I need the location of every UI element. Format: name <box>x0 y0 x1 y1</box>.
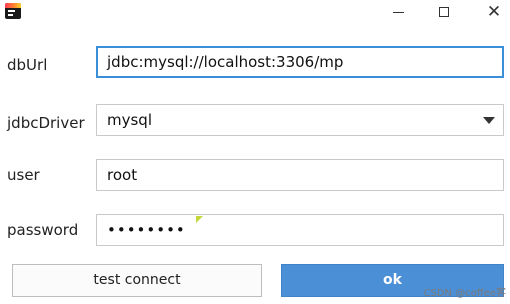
maximize-icon <box>439 7 449 17</box>
watermark: CSDN @coffee客 <box>423 288 507 299</box>
close-button[interactable]: ✕ <box>483 2 505 22</box>
jetbrains-app-icon <box>5 3 21 19</box>
user-label: user <box>7 166 40 184</box>
title-bar: ✕ <box>0 0 510 26</box>
dburl-input[interactable]: jdbc:mysql://localhost:3306/mp <box>96 46 504 78</box>
maximize-button[interactable] <box>433 2 455 22</box>
user-value: root <box>107 166 138 184</box>
jdbc-driver-value: mysql <box>107 111 152 129</box>
password-label: password <box>7 221 79 239</box>
jdbc-driver-select[interactable]: mysql <box>96 104 504 136</box>
chevron-down-icon <box>483 117 495 124</box>
dburl-value: jdbc:mysql://localhost:3306/mp <box>107 53 344 71</box>
user-input[interactable]: root <box>96 159 504 191</box>
close-icon: ✕ <box>486 2 502 22</box>
test-connect-button[interactable]: test connect <box>12 264 262 297</box>
dburl-label: dbUrl <box>7 56 48 74</box>
password-input[interactable]: •••••••• <box>96 214 504 246</box>
minimize-button[interactable] <box>388 2 410 22</box>
jdbc-driver-label: jdbcDriver <box>7 114 85 132</box>
minimize-icon <box>393 12 404 13</box>
mouse-cursor-icon <box>196 216 203 223</box>
password-value: •••••••• <box>107 221 186 239</box>
